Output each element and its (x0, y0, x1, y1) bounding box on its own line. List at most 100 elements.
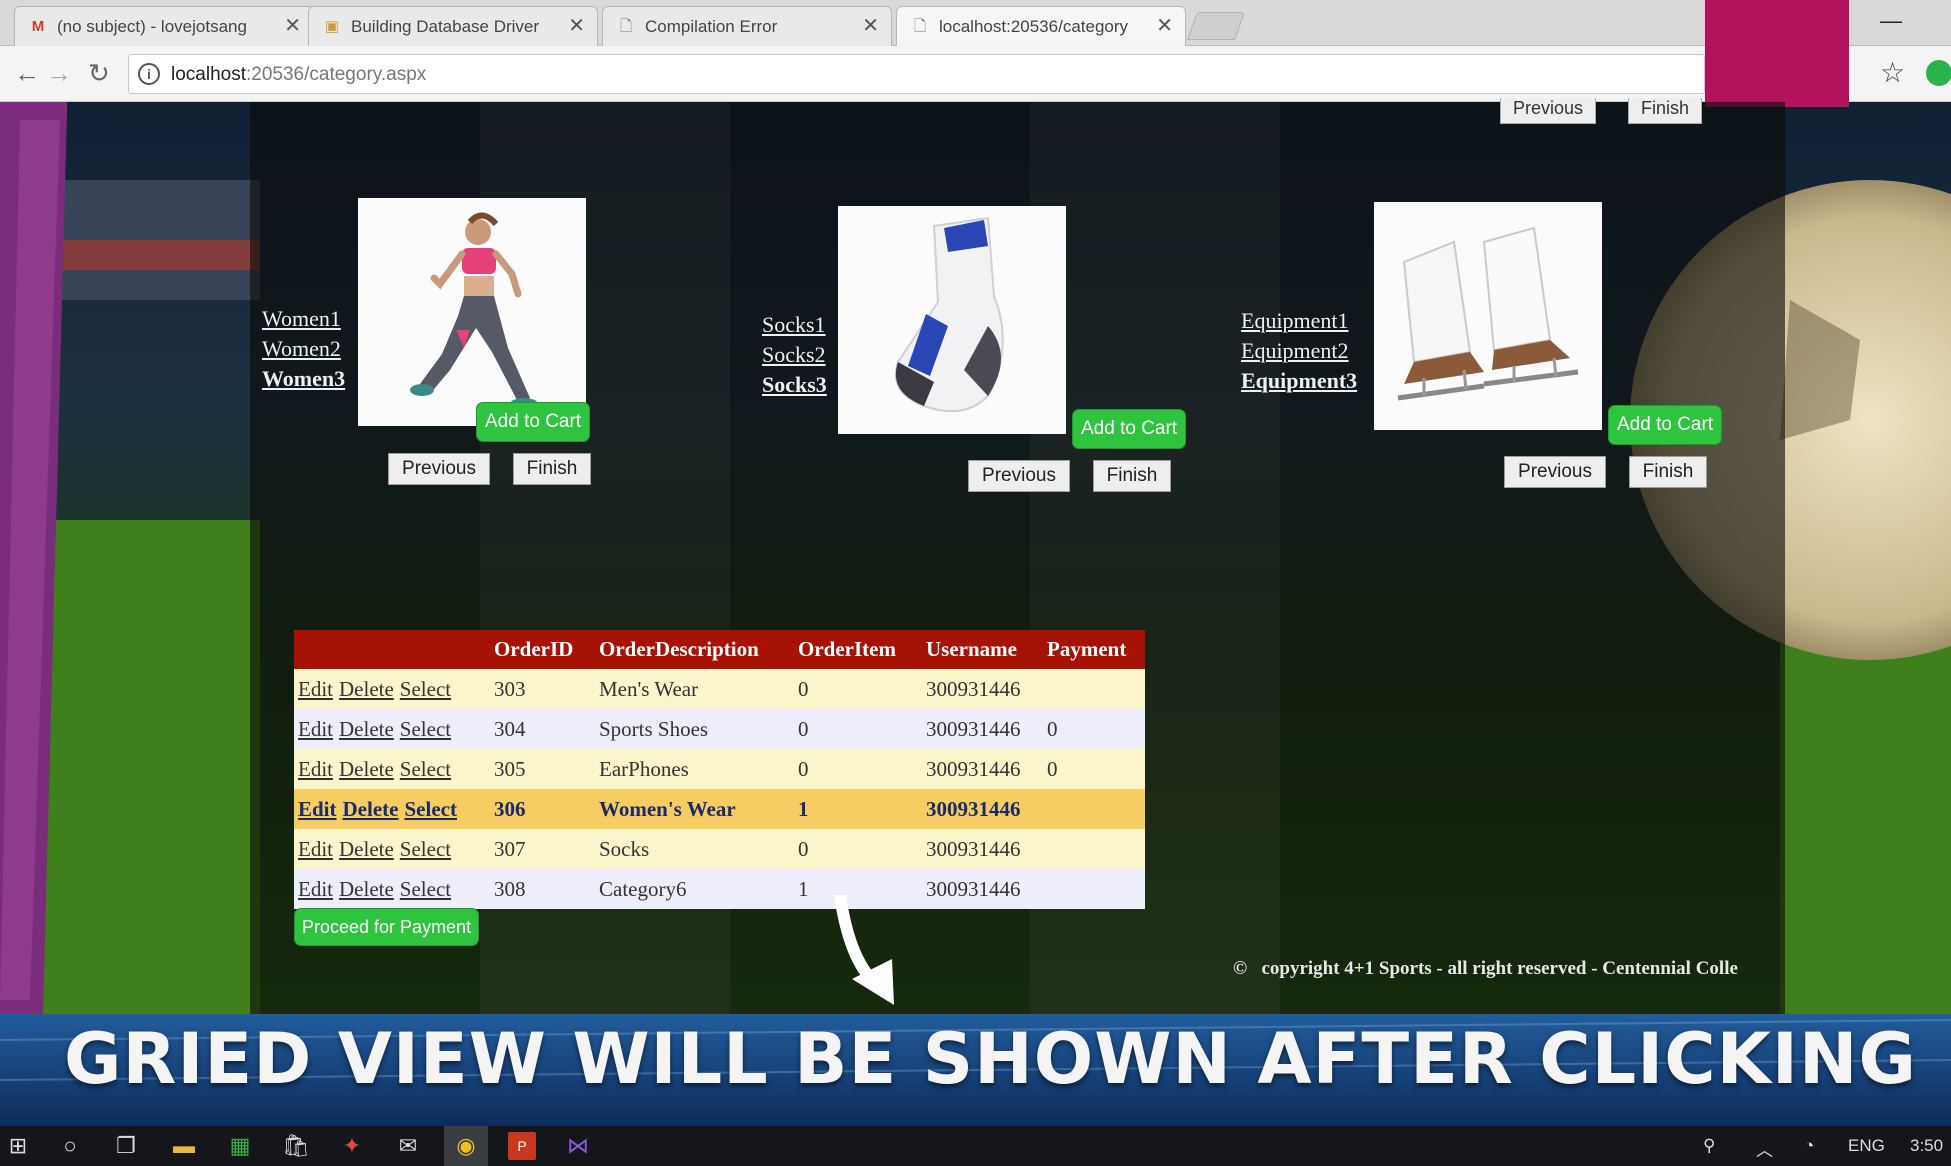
delete-link[interactable]: Delete (339, 877, 394, 901)
delete-link[interactable]: Delete (339, 677, 394, 701)
link-equipment3[interactable]: Equipment3 (1241, 366, 1357, 396)
link-equipment1[interactable]: Equipment1 (1241, 306, 1357, 336)
tab-strip: M (no subject) - lovejotsang ✕ ▣ Buildin… (0, 0, 1951, 46)
reload-icon[interactable]: ↻ (88, 58, 110, 88)
previous-button[interactable]: Previous (968, 460, 1070, 492)
row-actions: Edit Delete Select (294, 829, 490, 869)
select-link[interactable]: Select (400, 877, 451, 901)
cell-orderitem: 1 (794, 789, 922, 829)
select-link[interactable]: Select (400, 837, 451, 861)
page-content: Previous Finish Women1 Women2 Women3 Add… (250, 98, 1785, 1014)
previous-button[interactable]: Previous (388, 453, 490, 485)
tab-title: (no subject) - lovejotsang (57, 17, 247, 36)
people-icon[interactable]: ⚲ (1703, 1136, 1715, 1156)
delete-link[interactable]: Delete (343, 797, 399, 821)
grid-header-payment: Payment (1043, 630, 1145, 669)
select-link[interactable]: Select (400, 757, 451, 781)
info-icon[interactable]: i (138, 63, 160, 85)
product-links: Women1 Women2 Women3 (262, 304, 345, 394)
chrome-icon[interactable]: ◉ (452, 1132, 480, 1160)
cell-payment: 0 (1043, 749, 1145, 789)
add-to-cart-button[interactable]: Add to Cart (1608, 405, 1723, 445)
windows-taskbar: ⊞ ○ ❐ ▬ ▦ 🛍 ✦ ✉ ◉ P ⋈ ⚲ ︿ ◔ ENG 3:50 (0, 1126, 1951, 1166)
edit-link[interactable]: Edit (298, 797, 337, 821)
url-path: :20536/category.aspx (246, 64, 427, 85)
add-to-cart-button[interactable]: Add to Cart (1072, 409, 1187, 449)
grid-header-orderitem: OrderItem (794, 630, 922, 669)
link-socks2[interactable]: Socks2 (762, 340, 827, 370)
link-socks3[interactable]: Socks3 (762, 370, 827, 400)
link-socks1[interactable]: Socks1 (762, 310, 827, 340)
select-link[interactable]: Select (400, 717, 451, 741)
visual-studio-icon[interactable]: ⋈ (564, 1132, 592, 1160)
link-equipment2[interactable]: Equipment2 (1241, 336, 1357, 366)
proceed-for-payment-button[interactable]: Proceed for Payment (294, 908, 480, 946)
orders-gridview: OrderID OrderDescription OrderItem Usern… (294, 630, 1145, 909)
link-women1[interactable]: Women1 (262, 304, 345, 334)
search-circle-icon[interactable]: ○ (56, 1132, 84, 1160)
finish-button-top[interactable]: Finish (1628, 98, 1703, 124)
cell-payment: 0 (1043, 709, 1145, 749)
tab-building-database[interactable]: ▣ Building Database Driver ✕ (308, 6, 598, 46)
cell-username: 300931446 (922, 869, 1043, 909)
tab-compilation-error[interactable]: 🗋 Compilation Error ✕ (602, 6, 892, 46)
slide-accent-block (1705, 0, 1849, 107)
cell-orderid: 304 (490, 709, 595, 749)
edit-link[interactable]: Edit (298, 837, 333, 861)
cell-payment (1043, 669, 1145, 709)
edit-link[interactable]: Edit (298, 717, 333, 741)
wifi-icon[interactable]: ◔ (1804, 1136, 1814, 1156)
copyright-text: copyright 4+1 Sports - all right reserve… (1261, 958, 1738, 979)
forward-icon[interactable]: → (46, 58, 72, 88)
finish-button[interactable]: Finish (1093, 460, 1171, 492)
link-women2[interactable]: Women2 (262, 334, 345, 364)
cell-orderid: 307 (490, 829, 595, 869)
previous-button-top[interactable]: Previous (1500, 98, 1597, 124)
file-explorer-icon[interactable]: ▬ (170, 1132, 198, 1160)
grid-header-orderdescription: OrderDescription (595, 630, 794, 669)
cell-username: 300931446 (922, 749, 1043, 789)
close-icon[interactable]: ✕ (1156, 15, 1173, 37)
language-indicator[interactable]: ENG (1848, 1136, 1885, 1156)
new-tab-button[interactable] (1186, 12, 1246, 40)
grid-header-orderid: OrderID (490, 630, 595, 669)
tab-localhost-category[interactable]: 🗋 localhost:20536/category ✕ (896, 6, 1186, 46)
finish-button[interactable]: Finish (513, 453, 591, 485)
address-bar[interactable]: i localhost:20536/category.aspx (128, 54, 1705, 94)
media-icon[interactable]: ✦ (338, 1132, 366, 1160)
link-women3[interactable]: Women3 (262, 364, 345, 394)
close-icon[interactable]: ✕ (284, 15, 301, 37)
cell-orderid: 305 (490, 749, 595, 789)
clock[interactable]: 3:50 (1910, 1136, 1943, 1156)
back-icon[interactable]: ← (14, 58, 40, 88)
delete-link[interactable]: Delete (339, 757, 394, 781)
cell-orderdescription: Men's Wear (595, 669, 794, 709)
add-to-cart-button[interactable]: Add to Cart (476, 402, 591, 442)
powerpoint-icon[interactable]: P (508, 1132, 536, 1160)
finish-button[interactable]: Finish (1629, 456, 1707, 488)
delete-link[interactable]: Delete (339, 837, 394, 861)
browser-toolbar: ← → ↻ i localhost:20536/category.aspx ☆ (0, 46, 1951, 102)
bookmark-star-icon[interactable]: ☆ (1880, 56, 1905, 89)
extension-icon[interactable] (1926, 60, 1951, 86)
select-link[interactable]: Select (404, 797, 456, 821)
previous-button[interactable]: Previous (1504, 456, 1606, 488)
delete-link[interactable]: Delete (339, 717, 394, 741)
mail-icon[interactable]: ✉ (394, 1132, 422, 1160)
edit-link[interactable]: Edit (298, 877, 333, 901)
edit-link[interactable]: Edit (298, 677, 333, 701)
product-links: Socks1 Socks2 Socks3 (762, 310, 827, 400)
close-icon[interactable]: ✕ (862, 15, 879, 37)
tab-gmail[interactable]: M (no subject) - lovejotsang ✕ (14, 6, 314, 46)
chevron-up-icon[interactable]: ︿ (1756, 1136, 1773, 1161)
edit-link[interactable]: Edit (298, 757, 333, 781)
excel-icon[interactable]: ▦ (226, 1132, 254, 1160)
select-link[interactable]: Select (400, 677, 451, 701)
minimize-icon[interactable]: — (1880, 8, 1902, 34)
windows-start-icon[interactable]: ⊞ (4, 1132, 32, 1160)
product-links: Equipment1 Equipment2 Equipment3 (1241, 306, 1357, 396)
task-view-icon[interactable]: ❐ (112, 1132, 140, 1160)
grid-header-username: Username (922, 630, 1043, 669)
close-icon[interactable]: ✕ (568, 15, 585, 37)
store-icon[interactable]: 🛍 (282, 1132, 310, 1160)
